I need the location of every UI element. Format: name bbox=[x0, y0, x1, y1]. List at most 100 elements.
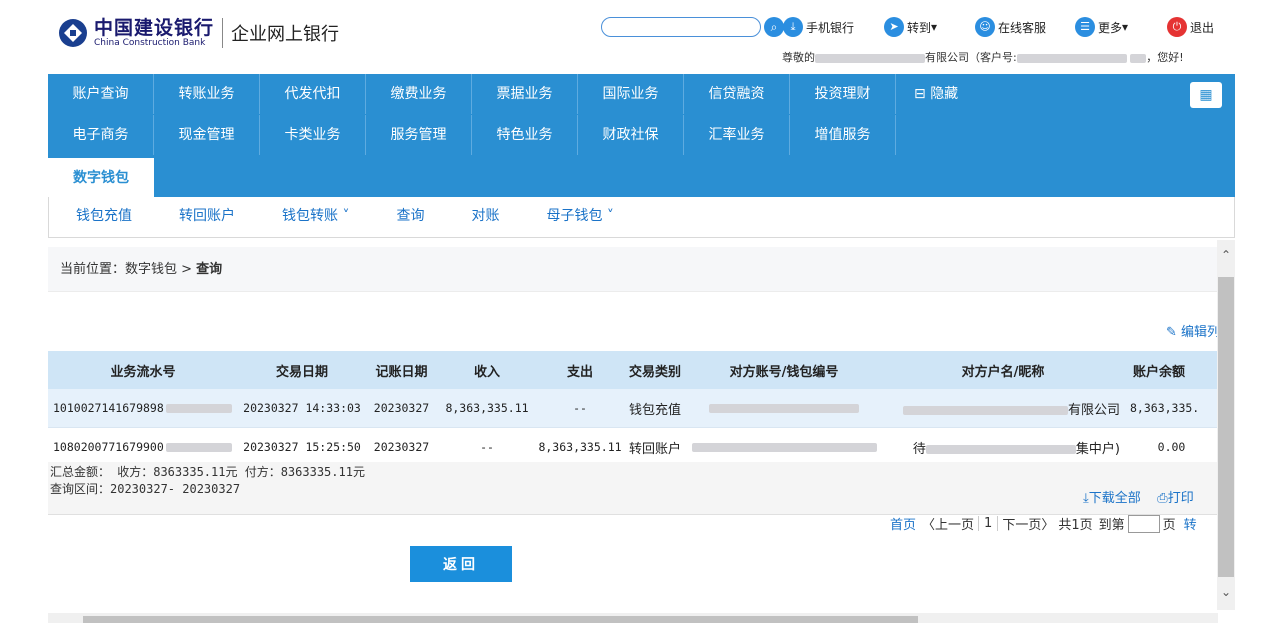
nav-item[interactable]: 卡类业务 bbox=[260, 115, 366, 155]
counter-name-cell: 待集中户) bbox=[881, 427, 1125, 467]
redacted-name bbox=[925, 444, 1076, 454]
subnav-item[interactable]: 查询 bbox=[396, 197, 424, 237]
search-icon[interactable]: ⌕ bbox=[764, 17, 784, 37]
table-row[interactable]: 1080200771679900 20230327 15:25:50 20230… bbox=[48, 427, 1218, 467]
edit-icon: ✎ bbox=[1166, 325, 1177, 340]
breadcrumb-prefix: 当前位置：数字钱包 > bbox=[60, 262, 197, 277]
col-serial[interactable]: 业务流水号 bbox=[48, 351, 238, 389]
go-page-button[interactable]: 转 bbox=[1184, 514, 1197, 533]
scroll-up-icon[interactable]: ⌃ bbox=[1217, 248, 1235, 262]
next-page-link[interactable]: 下一页〉 bbox=[1002, 514, 1054, 533]
nav-item[interactable]: 缴费业务 bbox=[366, 74, 472, 114]
subnav-item[interactable]: 对账 bbox=[471, 197, 499, 237]
logout-label: 退出 bbox=[1190, 20, 1215, 35]
horizontal-scroll-thumb[interactable] bbox=[83, 616, 918, 623]
summary-totals: 汇总金额： 收方：8363335.11元 付方：8363335.11元 bbox=[50, 465, 365, 479]
col-tx-date[interactable]: 交易日期 bbox=[238, 351, 366, 389]
horizontal-scrollbar[interactable] bbox=[48, 613, 1218, 623]
balance-cell: 8,363,335. bbox=[1125, 389, 1218, 428]
income-cell: -- bbox=[437, 427, 537, 467]
goto-label: 到第 bbox=[1098, 518, 1125, 533]
printer-icon: ⎙ bbox=[1157, 491, 1168, 506]
bank-name-en: China Construction Bank bbox=[94, 38, 206, 48]
nav-item[interactable]: 增值服务 bbox=[790, 115, 896, 155]
page-number-input[interactable] bbox=[1127, 514, 1160, 533]
vertical-scrollbar[interactable]: ⌃ ⌄ bbox=[1217, 240, 1235, 610]
mobile-banking-link[interactable]: ⤓ 手机银行 bbox=[783, 17, 854, 37]
counter-account-cell bbox=[687, 389, 881, 428]
results-table-wrap: 业务流水号 交易日期 记账日期 收入 支出 交易类别 对方账号/钱包编号 对方户… bbox=[48, 351, 1218, 467]
col-post-date[interactable]: 记账日期 bbox=[366, 351, 437, 389]
table-row[interactable]: 1010027141679898 20230327 14:33:03 20230… bbox=[48, 389, 1218, 428]
nav-item[interactable]: 特色业务 bbox=[472, 115, 578, 155]
results-table: 业务流水号 交易日期 记账日期 收入 支出 交易类别 对方账号/钱包编号 对方户… bbox=[48, 351, 1218, 467]
summary-actions: ⤓下载全部 ⎙打印 bbox=[1083, 487, 1194, 506]
caret-down-icon: ▾ bbox=[1122, 20, 1129, 34]
current-page: 1 bbox=[978, 516, 999, 531]
nav-item[interactable]: 电子商务 bbox=[48, 115, 154, 155]
redacted-account bbox=[709, 404, 859, 413]
redacted-name bbox=[902, 405, 1068, 415]
search-box bbox=[601, 17, 761, 37]
nav-item[interactable]: 现金管理 bbox=[154, 115, 260, 155]
power-icon: ⏻ bbox=[1167, 17, 1187, 37]
post-date-cell: 20230327 bbox=[366, 389, 437, 428]
subnav-item[interactable]: 钱包转账 ˅ bbox=[282, 197, 349, 237]
col-balance[interactable]: 账户余额 bbox=[1125, 351, 1218, 389]
bank-name-cn: 中国建设银行 bbox=[94, 17, 215, 39]
bank-logo[interactable]: 中国建设银行 China Construction Bank 企业网上银行 bbox=[58, 18, 339, 48]
col-expense[interactable]: 支出 bbox=[537, 351, 623, 389]
redacted-serial bbox=[165, 443, 232, 452]
nav-hide-label: 隐藏 bbox=[930, 86, 959, 102]
nav-hide-button[interactable]: ⊟ 隐藏 bbox=[896, 74, 1002, 114]
pagination: 首页 〈上一页 1 下一页〉 共1页 到第 页 转 bbox=[890, 514, 1197, 533]
summary-range: 查询区间：20230327- 20230327 bbox=[50, 482, 241, 496]
edit-columns-link[interactable]: ✎ 编辑列 bbox=[1166, 321, 1220, 340]
nav-item[interactable]: 汇率业务 bbox=[684, 115, 790, 155]
nav-item[interactable]: 信贷融资 bbox=[684, 74, 790, 114]
logout-button[interactable]: ⏻ 退出 bbox=[1167, 17, 1214, 37]
back-button[interactable]: 返回 bbox=[410, 546, 512, 582]
subnav-item[interactable]: 母子钱包 ˅ bbox=[546, 197, 613, 237]
redacted-account bbox=[691, 443, 877, 452]
scroll-down-icon[interactable]: ⌄ bbox=[1217, 585, 1235, 599]
list-icon: ☰ bbox=[1075, 17, 1095, 37]
print-link[interactable]: ⎙打印 bbox=[1157, 491, 1193, 506]
col-type[interactable]: 交易类别 bbox=[623, 351, 687, 389]
nav-item[interactable]: 账户查询 bbox=[48, 74, 154, 114]
breadcrumb-current: 查询 bbox=[196, 262, 223, 277]
search-input[interactable] bbox=[612, 19, 736, 37]
logo-divider bbox=[222, 18, 224, 48]
total-pages: 共1页 bbox=[1058, 518, 1093, 533]
serial-cell: 1080200771679900 bbox=[48, 427, 238, 467]
nav-item[interactable]: 数字钱包 bbox=[48, 158, 154, 198]
arrow-right-icon: ➤ bbox=[884, 17, 904, 37]
download-all-link[interactable]: ⤓下载全部 bbox=[1083, 491, 1141, 506]
first-page-link[interactable]: 首页 bbox=[890, 514, 916, 533]
expense-cell: 8,363,335.11 bbox=[537, 427, 623, 467]
page-unit-label: 页 bbox=[1162, 518, 1176, 533]
prev-page-link[interactable]: 〈上一页 bbox=[922, 514, 974, 533]
subnav-item[interactable]: 转回账户 bbox=[179, 197, 235, 237]
ccb-logo-icon bbox=[58, 18, 88, 48]
nav-item[interactable]: 投资理财 bbox=[790, 74, 896, 114]
goto-menu[interactable]: ➤ 转到 ▾ bbox=[884, 17, 937, 37]
nav-item[interactable]: 代发代扣 bbox=[260, 74, 366, 114]
vertical-scroll-thumb[interactable] bbox=[1218, 277, 1234, 577]
redacted-company bbox=[815, 53, 925, 63]
nav-item[interactable]: 服务管理 bbox=[366, 115, 472, 155]
nav-item[interactable]: 票据业务 bbox=[472, 74, 578, 114]
greeting: 尊敬的 有限公司（客户号: ，您好! bbox=[782, 51, 1184, 64]
online-service-link[interactable]: ☺ 在线客服 bbox=[975, 17, 1046, 37]
col-income[interactable]: 收入 bbox=[437, 351, 537, 389]
more-menu[interactable]: ☰ 更多 ▾ bbox=[1075, 17, 1128, 37]
nav-item[interactable]: 财政社保 bbox=[578, 115, 684, 155]
summary-panel: 汇总金额： 收方：8363335.11元 付方：8363335.11元 查询区间… bbox=[48, 462, 1218, 515]
col-counter-account[interactable]: 对方账号/钱包编号 bbox=[687, 351, 881, 389]
nav-item[interactable]: 国际业务 bbox=[578, 74, 684, 114]
col-counter-name[interactable]: 对方户名/昵称 bbox=[881, 351, 1125, 389]
subnav-item[interactable]: 钱包充值 bbox=[76, 197, 132, 237]
redacted-name bbox=[1130, 53, 1147, 63]
nav-item[interactable]: 转账业务 bbox=[154, 74, 260, 114]
grid-menu-icon[interactable]: ▦ bbox=[1190, 82, 1222, 108]
